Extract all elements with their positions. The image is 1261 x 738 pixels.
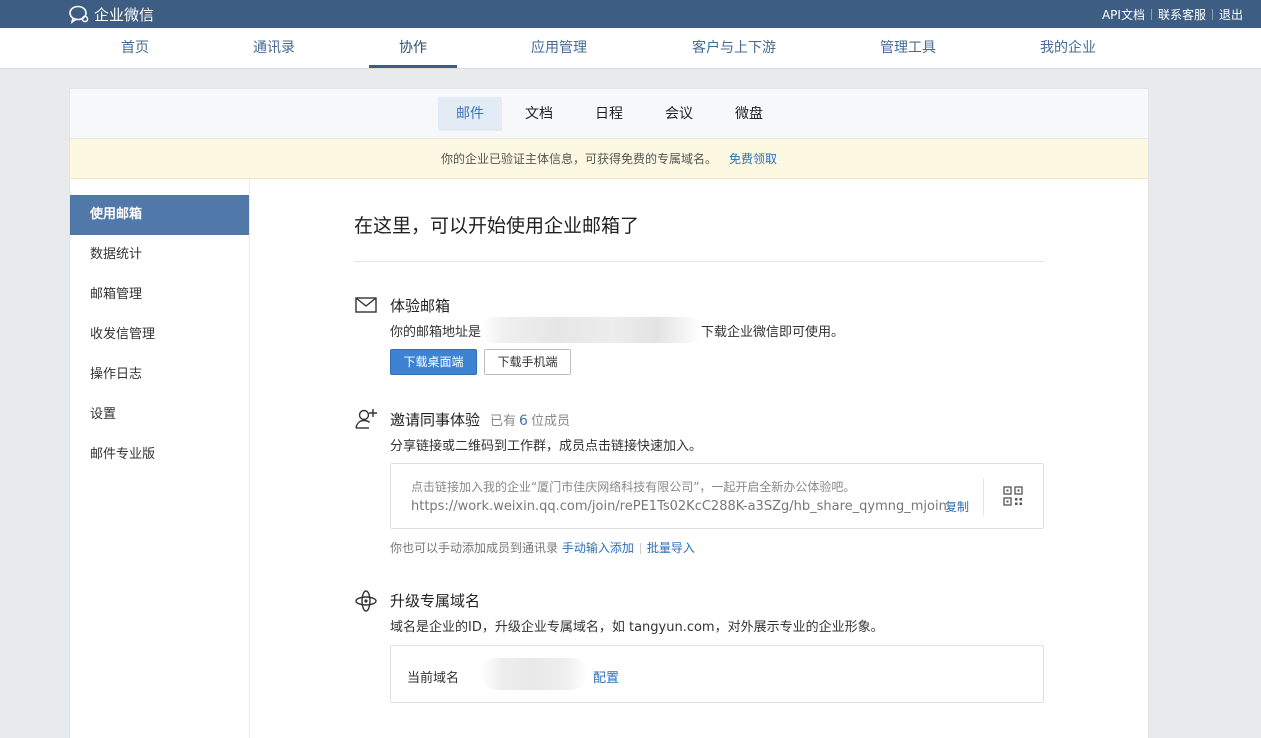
member-count: 已有 6 位成员 [490, 413, 570, 429]
invite-desc: 分享链接或二维码到工作群，成员点击链接快速加入。 [390, 439, 703, 454]
claim-free-link[interactable]: 免费领取 [729, 152, 777, 166]
sidebar-item-use-mailbox[interactable]: 使用邮箱 [70, 195, 249, 235]
copy-link-button[interactable]: 复制 [945, 498, 969, 515]
redacted-domain [481, 658, 587, 690]
count-suffix: 位成员 [530, 414, 570, 429]
batch-import-link[interactable]: 批量导入 [647, 541, 695, 555]
count-prefix: 已有 [490, 414, 517, 429]
invite-title: 邀请同事体验 已有 6 位成员 [390, 409, 570, 430]
desc-suffix: 下载企业微信即可使用。 [701, 325, 845, 340]
invite-url[interactable]: https://work.weixin.qq.com/join/rePE1Ts0… [411, 499, 947, 514]
separator [639, 543, 641, 554]
sidebar-item-statistics[interactable]: 数据统计 [70, 235, 249, 275]
current-domain-box: 当前域名 配置 [390, 645, 1044, 703]
download-desktop-button[interactable]: 下载桌面端 [390, 349, 477, 375]
contact-support-link[interactable]: 联系客服 [1152, 6, 1212, 23]
download-mobile-button[interactable]: 下载手机端 [484, 349, 571, 375]
app-title: 企业微信 [94, 5, 155, 24]
sidebar-item-pro-edition[interactable]: 邮件专业版 [70, 435, 249, 475]
main-panel: 邮件 文档 日程 会议 微盘 你的企业已验证主体信息，可获得免费的专属域名。 免费… [69, 88, 1149, 738]
desc-prefix: 你的邮箱地址是 [390, 325, 482, 340]
api-docs-link[interactable]: API文档 [1096, 6, 1151, 23]
count-number: 6 [519, 413, 528, 429]
tab-drive[interactable]: 微盘 [718, 97, 780, 131]
manual-add-row: 你也可以手动添加成员到通讯录 手动输入添加 批量导入 [390, 539, 695, 556]
nav-my-enterprise[interactable]: 我的企业 [1026, 28, 1110, 68]
invite-link-box: 点击链接加入我的企业“厦门市佳庆网络科技有限公司”，一起开启全新办公体验吧。 h… [390, 463, 1044, 529]
domain-notice: 你的企业已验证主体信息，可获得免费的专属域名。 免费领取 [70, 139, 1148, 179]
tab-docs[interactable]: 文档 [508, 97, 570, 131]
nav-customers[interactable]: 客户与上下游 [680, 28, 788, 68]
top-bar: 企业微信 API文档 联系客服 退出 [0, 0, 1261, 28]
notice-text: 你的企业已验证主体信息，可获得免费的专属域名。 [440, 152, 717, 166]
qrcode-icon[interactable] [1003, 486, 1023, 506]
separator [983, 478, 984, 516]
active-tab-underline [369, 65, 457, 68]
domain-desc: 域名是企业的ID，升级企业专属域名，如 tangyun.com，对外展示专业的企… [390, 620, 884, 635]
nav-collaboration[interactable]: 协作 [369, 28, 457, 68]
tab-calendar[interactable]: 日程 [578, 97, 640, 131]
tab-mail[interactable]: 邮件 [438, 97, 502, 131]
nav-management-tools[interactable]: 管理工具 [866, 28, 950, 68]
trial-mailbox-title: 体验邮箱 [390, 297, 451, 315]
sidebar: 使用邮箱 数据统计 邮箱管理 收发信管理 操作日志 设置 邮件专业版 [70, 179, 250, 738]
nav-home[interactable]: 首页 [95, 28, 175, 68]
page-title: 在这里，可以开始使用企业邮箱了 [354, 215, 640, 237]
invite-title-text: 邀请同事体验 [390, 411, 481, 429]
mail-icon [355, 297, 377, 313]
current-domain-label: 当前域名 [407, 671, 460, 686]
add-user-icon [355, 409, 377, 429]
top-links: API文档 联系客服 退出 [1096, 0, 1249, 28]
manual-input-link[interactable]: 手动输入添加 [562, 541, 634, 555]
domain-title: 升级专属域名 [390, 592, 481, 610]
sub-tabs: 邮件 文档 日程 会议 微盘 [70, 89, 1148, 139]
tab-meeting[interactable]: 会议 [648, 97, 710, 131]
orbit-icon [355, 590, 377, 612]
redacted-email [481, 316, 702, 343]
configure-domain-link[interactable]: 配置 [593, 667, 619, 686]
main-nav: 首页 通讯录 协作 应用管理 客户与上下游 管理工具 我的企业 [0, 28, 1261, 69]
sidebar-item-mailbox-management[interactable]: 邮箱管理 [70, 275, 249, 315]
invite-text: 点击链接加入我的企业“厦门市佳庆网络科技有限公司”，一起开启全新办公体验吧。 [411, 480, 856, 494]
sidebar-item-settings[interactable]: 设置 [70, 395, 249, 435]
sidebar-item-mail-flow[interactable]: 收发信管理 [70, 315, 249, 355]
manual-add-text: 你也可以手动添加成员到通讯录 [390, 541, 559, 555]
divider [354, 261, 1044, 262]
sidebar-item-operation-log[interactable]: 操作日志 [70, 355, 249, 395]
nav-contacts[interactable]: 通讯录 [234, 28, 314, 68]
nav-app-management[interactable]: 应用管理 [514, 28, 604, 68]
logout-link[interactable]: 退出 [1213, 6, 1249, 23]
chat-logo-icon [69, 5, 89, 24]
app-logo[interactable]: 企业微信 [68, 3, 154, 25]
trial-mailbox-desc: 你的邮箱地址是 下载企业微信即可使用。 [390, 316, 845, 343]
